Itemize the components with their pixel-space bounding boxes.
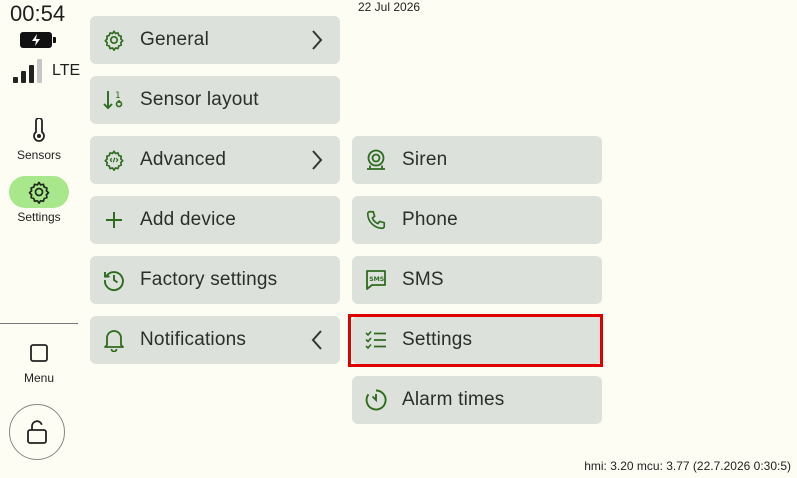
chevron-right-icon <box>310 149 324 176</box>
menu-phone-label: Phone <box>402 209 458 230</box>
version-info: hmi: 3.20 mcu: 3.77 (22.7.2026 0:30:5) <box>584 459 791 473</box>
nav-menu-label: Menu <box>23 371 55 385</box>
menu-notifications-button[interactable]: Notifications <box>90 316 340 364</box>
menu-general-label: General <box>140 29 209 50</box>
chevron-right-icon <box>310 29 324 56</box>
thermometer-icon <box>9 114 69 146</box>
nav-settings[interactable]: Settings <box>0 176 78 224</box>
menu-phone-button[interactable]: Phone <box>352 196 602 244</box>
menu-sms-label: SMS <box>402 269 444 290</box>
svg-text:SMS: SMS <box>369 276 384 283</box>
menu-siren-button[interactable]: Siren <box>352 136 602 184</box>
menu-advanced-label: Advanced <box>140 149 227 170</box>
history-icon <box>102 268 126 292</box>
menu-sensor-layout-button[interactable]: 1 Sensor layout <box>90 76 340 124</box>
menu-notifications-label: Notifications <box>140 329 247 350</box>
timer-icon <box>364 388 388 412</box>
clock: 00:54 <box>10 1 66 26</box>
sms-icon: SMS <box>364 268 388 292</box>
square-icon <box>9 341 69 365</box>
menu-factory-settings-label: Factory settings <box>140 269 278 290</box>
date-label: 22 Jul 2026 <box>358 0 421 14</box>
svg-text:1: 1 <box>115 91 121 101</box>
menu-sms-button[interactable]: SMS SMS <box>352 256 602 304</box>
code-gear-icon <box>102 148 126 172</box>
plus-icon <box>102 208 126 232</box>
menu-add-device-label: Add device <box>140 209 237 230</box>
menu-advanced-button[interactable]: Advanced <box>90 136 340 184</box>
battery-charging-icon <box>20 32 56 48</box>
menu-alarm-times-label: Alarm times <box>402 389 505 410</box>
unlock-icon <box>27 420 47 444</box>
gear-icon <box>102 28 126 52</box>
menu-notification-settings-label: Settings <box>402 329 473 350</box>
menu-general-button[interactable]: General <box>90 16 340 64</box>
menu-siren-label: Siren <box>402 149 448 170</box>
nav-sensors[interactable]: Sensors <box>0 114 78 162</box>
menu-sensor-layout-label: Sensor layout <box>140 89 259 110</box>
rail-divider <box>0 323 78 324</box>
menu-factory-settings-button[interactable]: Factory settings <box>90 256 340 304</box>
menu-alarm-times-button[interactable]: Alarm times <box>352 376 602 424</box>
sort-icon: 1 <box>102 88 126 112</box>
network-type: LTE <box>52 62 81 79</box>
phone-icon <box>364 208 388 232</box>
menu-add-device-button[interactable]: Add device <box>90 196 340 244</box>
unlock-button[interactable] <box>9 404 65 460</box>
nav-settings-label: Settings <box>17 210 61 224</box>
nav-menu[interactable]: Menu <box>0 341 78 385</box>
bell-icon <box>102 328 126 352</box>
menu-notification-settings-button[interactable]: Settings <box>352 316 602 364</box>
chevron-left-icon <box>310 329 324 356</box>
siren-icon <box>364 148 388 172</box>
signal-strength-icon <box>13 59 43 83</box>
nav-sensors-label: Sensors <box>16 148 62 162</box>
settings-gear-icon <box>9 176 69 208</box>
checklist-icon <box>364 328 388 352</box>
